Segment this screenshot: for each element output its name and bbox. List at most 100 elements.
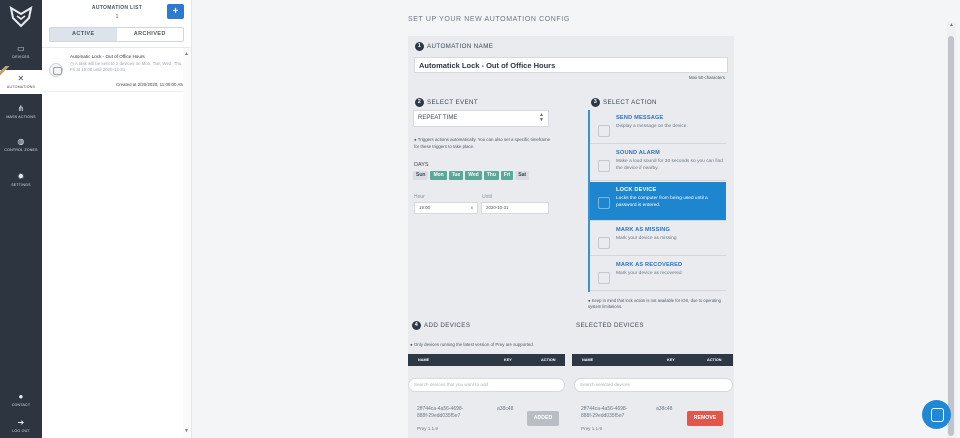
scroll-up-icon[interactable]: ▲ bbox=[184, 51, 189, 57]
device-key: a38c48 bbox=[497, 406, 514, 412]
action-title: SOUND ALARM bbox=[616, 150, 660, 156]
add-automation-button[interactable]: + bbox=[167, 4, 184, 19]
action-desc: Make a loud sound for 30 seconds so you … bbox=[616, 159, 723, 171]
devices-note: ● Only devices running the latest versio… bbox=[410, 342, 534, 349]
automation-description: ◷ A task will be sent to 2 devices on Mo… bbox=[70, 61, 185, 73]
scroll-up-icon[interactable]: ▲ bbox=[949, 22, 954, 28]
step-label: SELECT EVENT bbox=[427, 99, 479, 107]
device-version: Prey 1.1.9 bbox=[417, 426, 438, 431]
day-thu[interactable]: Thu bbox=[483, 171, 499, 180]
list-scrollbar[interactable]: ▲ ▼ bbox=[183, 48, 191, 438]
event-select[interactable]: REPEAT TIME ▲ ▼ bbox=[413, 110, 549, 127]
hour-input[interactable]: 19:00 x bbox=[414, 202, 478, 214]
day-mon[interactable]: Mon bbox=[430, 171, 447, 180]
rail-item-contact[interactable]: ● CONTACT bbox=[0, 392, 42, 407]
laptop-icon: ▭ bbox=[17, 44, 25, 53]
selected-devices-heading: SELECTED DEVICES bbox=[576, 322, 644, 329]
device-id-line1: 2ff744ca-4a56-4698- bbox=[581, 406, 628, 412]
day-sun[interactable]: Sun bbox=[413, 171, 429, 180]
col-name: NAME bbox=[582, 358, 594, 362]
step4-heading: 4 ADD DEVICES bbox=[412, 321, 470, 330]
step-number: 2 bbox=[415, 98, 424, 107]
col-name: NAME bbox=[418, 358, 430, 362]
step2-heading: 2 SELECT EVENT bbox=[415, 98, 478, 107]
action-list: SEND MESSAGE Display a message on the de… bbox=[588, 110, 726, 292]
list-tabs: ACTIVE ARCHIVED bbox=[49, 27, 184, 42]
step-number: 4 bbox=[412, 321, 421, 330]
remove-button[interactable]: REMOVE bbox=[687, 411, 723, 426]
tab-archived[interactable]: ARCHIVED bbox=[117, 28, 184, 41]
hour-value: 19:00 bbox=[419, 205, 430, 210]
prey-logo-icon[interactable] bbox=[9, 6, 33, 28]
added-button[interactable]: ADDED bbox=[527, 411, 559, 426]
action-title: SEND MESSAGE bbox=[616, 115, 664, 121]
rail-item-control-zones[interactable]: ◍ CONTROL ZONES bbox=[0, 137, 42, 152]
rail-item-label: AUTOMATIONS bbox=[6, 85, 36, 89]
lock-action-note-text: Keep in mind that lock action is not ava… bbox=[588, 298, 721, 309]
rail-item-label: MASS ACTIONS bbox=[6, 115, 36, 119]
page-scrollbar[interactable]: ▲ bbox=[947, 22, 956, 438]
devices-search-input[interactable]: Search devices that you want to add bbox=[408, 378, 565, 392]
col-action: ACTION bbox=[707, 358, 722, 362]
col-key: KEY bbox=[667, 358, 675, 362]
left-rail: ▭ DEVICES ✕ AUTOMATIONS ⋔ MASS ACTIONS ◍… bbox=[0, 0, 42, 438]
action-lock-device[interactable]: LOCK DEVICE Locks the computer from bein… bbox=[590, 182, 726, 221]
rail-item-logout[interactable]: ➔ LOG OUT bbox=[0, 418, 42, 433]
step-label: ADD DEVICES bbox=[424, 322, 471, 330]
until-input[interactable]: 2020-10-31 bbox=[481, 202, 549, 214]
rail-item-mass-actions[interactable]: ⋔ MASS ACTIONS bbox=[0, 104, 42, 119]
device-id-line2: 888f-29edd035f5e7 bbox=[417, 412, 461, 419]
alarm-icon bbox=[598, 160, 610, 172]
selected-devices-search-input[interactable]: Search selected devices bbox=[574, 378, 733, 392]
rail-item-label: LOG OUT bbox=[12, 429, 30, 433]
recovered-icon bbox=[598, 272, 610, 284]
page-title: SET UP YOUR NEW AUTOMATION CONFIG bbox=[408, 16, 570, 23]
until-label: Until bbox=[482, 194, 493, 200]
action-desc: Locks the computer from being used until… bbox=[616, 196, 708, 208]
action-title: LOCK DEVICE bbox=[616, 187, 657, 193]
rail-item-devices[interactable]: ▭ DEVICES bbox=[0, 44, 42, 59]
rail-item-label: CONTROL ZONES bbox=[4, 148, 38, 152]
automation-created: Created at 2/20/2020, 11:00:00 AM bbox=[115, 82, 184, 87]
list-item[interactable]: Automatic Lock - Out of Office Hours ◷ A… bbox=[42, 50, 184, 92]
rail-item-label: CONTACT bbox=[11, 403, 31, 407]
action-title: MARK AS MISSING bbox=[616, 227, 671, 233]
automation-name-input[interactable]: Automatick Lock - Out of Office Hours bbox=[414, 57, 728, 73]
action-title: MARK AS RECOVERED bbox=[616, 262, 683, 268]
device-version: Prey 1.1.9 bbox=[581, 426, 602, 431]
contact-icon: ● bbox=[18, 392, 24, 401]
step-label: SELECT ACTION bbox=[603, 99, 657, 107]
chat-launcher-icon[interactable] bbox=[922, 400, 951, 429]
lock-icon bbox=[598, 197, 610, 209]
action-send-message[interactable]: SEND MESSAGE Display a message on the de… bbox=[590, 110, 726, 144]
day-sat[interactable]: Sat bbox=[515, 171, 530, 180]
rail-item-settings[interactable]: ✹ SETTINGS bbox=[0, 172, 42, 187]
event-hint: ● Triggers actions automatically. You ca… bbox=[414, 137, 554, 150]
day-fri[interactable]: Fri bbox=[500, 171, 514, 180]
new-ribbon bbox=[0, 66, 10, 76]
clear-hour-icon[interactable]: x bbox=[471, 203, 473, 213]
list-header: AUTOMATION LIST 1 + ACTIVE ARCHIVED bbox=[42, 0, 191, 48]
action-desc: Mark your device as missing bbox=[616, 236, 677, 241]
action-mark-missing[interactable]: MARK AS MISSING Mark your device as miss… bbox=[590, 222, 726, 256]
max-characters-hint: Max 50 characters bbox=[688, 75, 725, 80]
action-desc: Mark your device as recovered bbox=[616, 271, 682, 276]
rail-item-label: DEVICES bbox=[12, 55, 30, 59]
day-tue[interactable]: Tue bbox=[448, 171, 464, 180]
step1-heading: 1 AUTOMATION NAME bbox=[415, 42, 493, 51]
devices-table-header: NAME KEY ACTION bbox=[408, 354, 565, 366]
globe-icon: ◍ bbox=[17, 137, 25, 146]
device-key: a38c48 bbox=[656, 406, 673, 412]
action-mark-recovered[interactable]: MARK AS RECOVERED Mark your device as re… bbox=[590, 257, 726, 291]
gear-icon: ✹ bbox=[17, 172, 25, 181]
step3-heading: 3 SELECT ACTION bbox=[591, 98, 657, 107]
devices-note-text: Only devices running the latest version … bbox=[413, 342, 534, 347]
day-wed[interactable]: Wed bbox=[465, 171, 482, 180]
scroll-down-icon[interactable]: ▼ bbox=[184, 428, 189, 434]
action-sound-alarm[interactable]: SOUND ALARM Make a loud sound for 30 sec… bbox=[590, 145, 726, 181]
col-key: KEY bbox=[504, 358, 512, 362]
lock-action-note: ● Keep in mind that lock action is not a… bbox=[588, 298, 728, 310]
tab-active[interactable]: ACTIVE bbox=[50, 28, 117, 41]
scrollbar-thumb[interactable] bbox=[948, 36, 954, 436]
event-select-value: REPEAT TIME bbox=[418, 115, 458, 121]
